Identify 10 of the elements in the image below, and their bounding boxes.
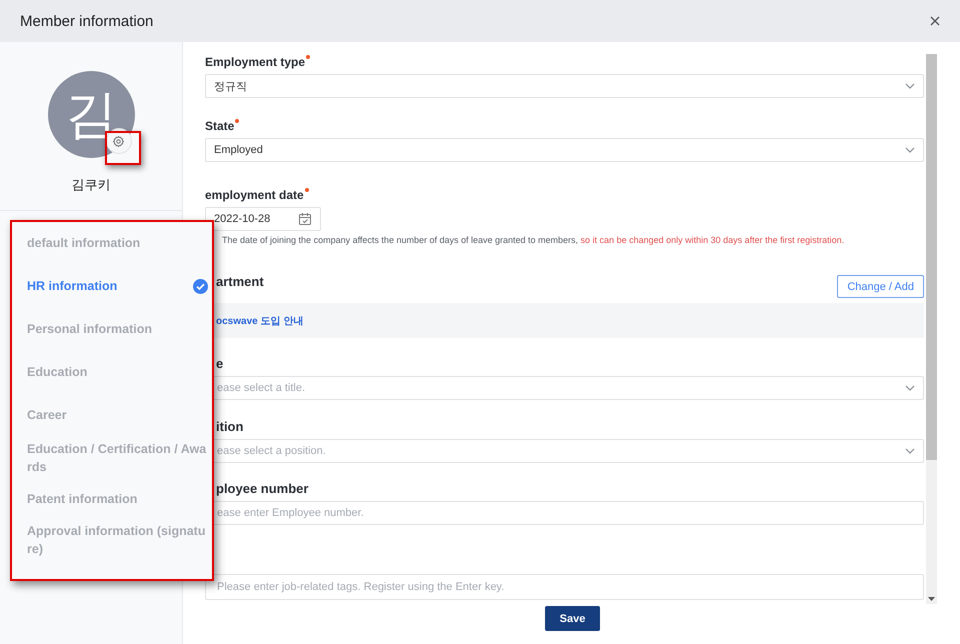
window-title: Member information [20, 12, 154, 30]
field-label: artment [215, 275, 264, 289]
field-label: employment date [205, 188, 309, 202]
field-label: ployee number [215, 482, 308, 496]
field-label: Employment type [205, 55, 310, 69]
field-label: State [205, 119, 240, 133]
field-label: e [215, 357, 224, 371]
member-name: 김쿠키 [72, 176, 110, 194]
help-text: The date of joining the company affects the number of days of leave granted to members, so it can be changed only within 30 days after the first registration. [221, 235, 846, 245]
field-label: ition [215, 420, 244, 434]
